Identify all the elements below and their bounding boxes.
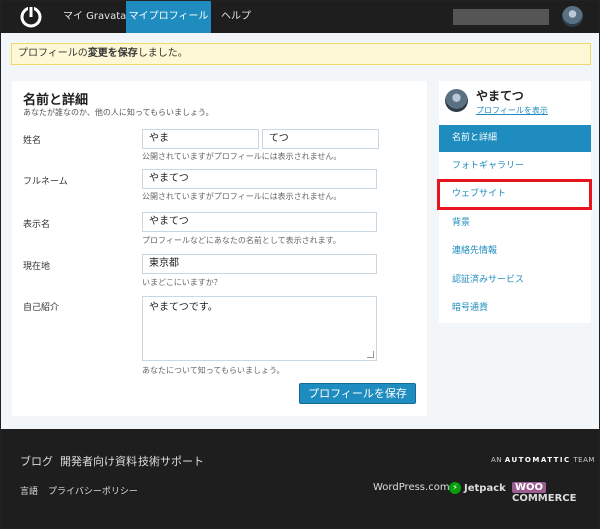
name-label: 姓名: [23, 136, 42, 146]
last-name-input[interactable]: やま: [142, 129, 259, 149]
sidebar-item-contact[interactable]: 連絡先情報: [439, 238, 591, 265]
automattic-post: TEAM: [573, 456, 595, 464]
notice-suffix: しました。: [137, 48, 188, 59]
save-profile-button[interactable]: プロフィールを保存: [299, 383, 416, 404]
resize-grip-icon[interactable]: [367, 351, 374, 358]
profile-form-card: 名前と詳細 あなたが誰なのか、他の人に知ってもらいましょう。 姓名 やま てつ …: [12, 81, 427, 416]
location-label: 現在地: [23, 262, 51, 272]
view-profile-link[interactable]: プロフィールを表示: [476, 105, 548, 116]
notice-bold: 変更を保存: [87, 48, 138, 59]
about-textarea[interactable]: やまてつです。: [142, 296, 377, 361]
sidebar-item-verified-services[interactable]: 認証済みサービス: [439, 267, 591, 294]
sidebar-item-photos[interactable]: フォトギャラリー: [439, 153, 591, 180]
form-subtitle: あなたが誰なのか、他の人に知ってもらいましょう。: [23, 108, 214, 117]
sidebar-avatar: [445, 89, 468, 112]
about-hint: あなたについて知ってもらいましょう。: [142, 366, 285, 375]
display-name-hint: プロフィールなどにあなたの名前として表示されます。: [142, 236, 341, 245]
footer-link-support[interactable]: 技術サポート: [138, 453, 204, 469]
top-nav: マイ Gravatar マイプロフィール ヘルプ: [1, 1, 599, 33]
sidebar-user-name: やまてつ: [476, 89, 524, 103]
display-name-label: 表示名: [23, 220, 51, 230]
about-label: 自己紹介: [23, 303, 60, 313]
automattic-pre: AN: [491, 456, 503, 464]
brand-woocommerce[interactable]: WOO COMMERCE: [512, 482, 599, 504]
footer-link-developers[interactable]: 開発者向け資料: [60, 453, 137, 469]
highlight-annotation: [437, 179, 592, 210]
form-title: 名前と詳細: [23, 93, 89, 108]
name-hint: 公開されていますがプロフィールには表示されません。: [142, 152, 342, 161]
gravatar-logo-icon[interactable]: [20, 6, 42, 28]
brand-jetpack[interactable]: ⚡ Jetpack: [449, 482, 506, 494]
automattic-credit[interactable]: AN AUTOMATTIC TEAM: [491, 456, 595, 464]
footer-link-blog[interactable]: ブログ: [20, 453, 53, 469]
about-text: やまてつです。: [149, 302, 218, 313]
first-name-input[interactable]: てつ: [262, 129, 379, 149]
footer-link-language[interactable]: 言語: [20, 484, 38, 497]
jetpack-label: Jetpack: [464, 483, 506, 494]
sidebar-item-name-details[interactable]: 名前と詳細: [439, 125, 591, 152]
footer-link-privacy[interactable]: プライバシーポリシー: [48, 484, 138, 497]
sidebar-item-background[interactable]: 背景: [439, 210, 591, 237]
notice-prefix: プロフィールの: [18, 48, 88, 59]
location-hint: いまどこにいますか？: [142, 278, 222, 287]
display-name-input[interactable]: やまてつ: [142, 212, 377, 232]
footer: ブログ 開発者向け資料 技術サポート AN AUTOMATTIC TEAM 言語…: [1, 429, 599, 528]
location-input[interactable]: 東京都: [142, 254, 377, 274]
page: マイ Gravatar マイプロフィール ヘルプ プロフィールの変更を保存しまし…: [0, 0, 600, 529]
jetpack-icon: ⚡: [449, 482, 461, 494]
avatar[interactable]: [562, 6, 583, 27]
brand-wordpress[interactable]: WordPress.com: [373, 482, 450, 493]
commerce-label: COMMERCE: [512, 493, 577, 504]
nav-help[interactable]: ヘルプ: [213, 1, 259, 33]
fullname-label: フルネーム: [23, 177, 68, 187]
fullname-input[interactable]: やまてつ: [142, 169, 377, 189]
sidebar-item-crypto[interactable]: 暗号通貨: [439, 295, 591, 322]
automattic-name: AUTOMATTIC: [504, 456, 571, 464]
save-notice: プロフィールの変更を保存しました。: [11, 43, 591, 65]
fullname-hint: 公開されていますがプロフィールには表示されません。: [142, 192, 342, 201]
account-email-box[interactable]: [453, 9, 549, 25]
woo-logo-icon: WOO: [512, 482, 547, 493]
nav-my-profile[interactable]: マイプロフィール: [126, 1, 211, 33]
